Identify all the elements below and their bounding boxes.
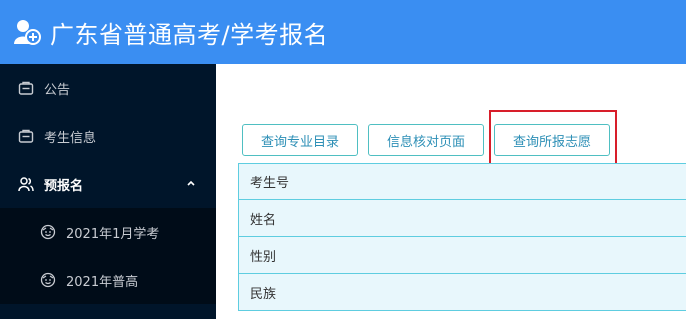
chevron-up-icon[interactable] (186, 177, 196, 191)
submenu-item-label: 2021年普高 (66, 274, 139, 290)
sidebar-item-label: 考生信息 (44, 130, 97, 146)
sidebar-item-announcement[interactable]: 公告 (0, 64, 216, 112)
user-plus-icon (12, 17, 42, 47)
table-row-name: 姓名 (238, 200, 686, 237)
smile-icon (40, 272, 56, 288)
sidebar-item-pre-registration[interactable]: 预报名 (0, 160, 216, 208)
submenu-item-jan-2021[interactable]: 2021年1月学考 (0, 208, 216, 256)
users-icon (18, 176, 34, 192)
table-row-gender: 性别 (238, 237, 686, 274)
sidebar: 公告 考生信息 预报名 2021年1月学考 2021年普高 (0, 64, 216, 319)
info-check-page-button[interactable]: 信息核对页面 (368, 124, 484, 156)
id-card-icon (18, 128, 34, 144)
row-label: 民族 (250, 286, 277, 302)
submenu: 2021年1月学考 2021年普高 (0, 208, 216, 304)
smile-icon (40, 224, 56, 240)
submenu-item-label: 2021年1月学考 (66, 226, 160, 242)
table-row-exam-number: 考生号 (238, 163, 686, 200)
table-row-ethnicity: 民族 (238, 274, 686, 311)
query-major-catalog-button[interactable]: 查询专业目录 (242, 124, 358, 156)
submenu-item-2021-general[interactable]: 2021年普高 (0, 256, 216, 304)
row-label: 姓名 (250, 212, 277, 228)
info-table: 考生号 姓名 性别 民族 (238, 163, 686, 311)
row-label: 性别 (250, 249, 277, 265)
page-title: 广东省普通高考/学考报名 (50, 20, 329, 49)
sidebar-item-label: 公告 (44, 82, 71, 98)
row-label: 考生号 (250, 176, 290, 191)
sidebar-item-label: 预报名 (44, 178, 84, 194)
app-header: 广东省普通高考/学考报名 (0, 0, 686, 64)
id-card-icon (18, 80, 34, 96)
sidebar-item-student-info[interactable]: 考生信息 (0, 112, 216, 160)
